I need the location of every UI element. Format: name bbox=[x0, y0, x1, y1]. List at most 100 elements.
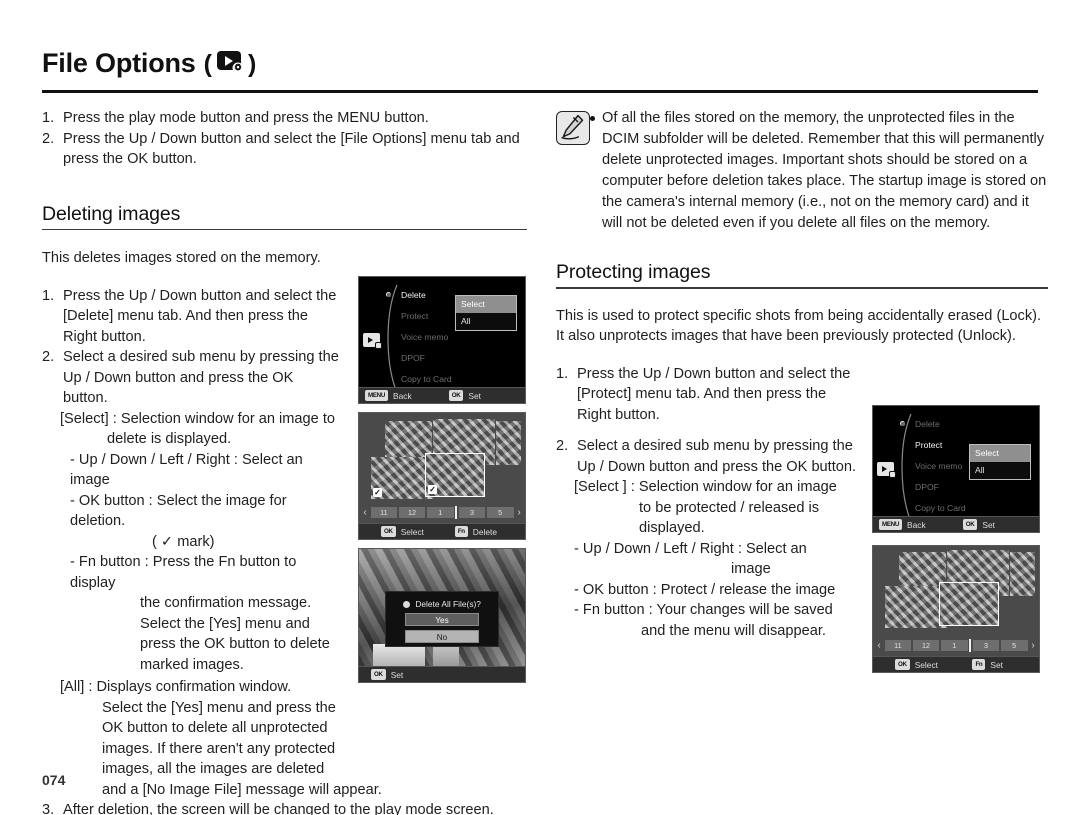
thumbnail-item[interactable]: ✓ bbox=[371, 457, 433, 499]
menu-item-label: Protect bbox=[915, 440, 943, 450]
lcd-protect-menu: Delete Protect Voice memo DPOF Copy to C… bbox=[872, 405, 1040, 533]
menu-item-delete[interactable]: Delete bbox=[901, 414, 966, 435]
set-hint: OK Set bbox=[448, 390, 481, 401]
section-divider bbox=[556, 287, 1048, 289]
step-text: After deletion, the screen will be chang… bbox=[63, 802, 494, 815]
list-item: 2. Press the Up / Down button and select… bbox=[42, 129, 527, 170]
delete-label: Delete bbox=[472, 526, 497, 537]
protect-select-label: [Select ] : Selection window for an imag… bbox=[574, 479, 837, 496]
filmstrip-cell[interactable]: 3 bbox=[972, 640, 1000, 651]
set-hint: OK Set bbox=[962, 519, 995, 530]
select-label: Select bbox=[400, 526, 424, 537]
title-paren-close: ) bbox=[247, 50, 257, 78]
filmstrip-cell[interactable]: 3 bbox=[458, 507, 486, 518]
deleting-lead: This deletes images stored on the memory… bbox=[42, 250, 321, 267]
step-text: Press the Up / Down button and select th… bbox=[577, 365, 851, 423]
select-hint: OK Select bbox=[381, 526, 424, 537]
photo-preview: Delete All File(s)? Yes No OK Set bbox=[359, 549, 525, 682]
all-line-3: OK button to delete all unprotected bbox=[102, 720, 328, 737]
thumbnail-item[interactable] bbox=[496, 421, 521, 465]
filmstrip-cell[interactable]: 1 bbox=[940, 640, 968, 651]
filmstrip-prev-arrow[interactable]: ‹ bbox=[875, 640, 883, 651]
ok-keycap: OK bbox=[962, 519, 978, 530]
back-hint: MENU Back bbox=[365, 390, 412, 401]
set-label: Set bbox=[982, 519, 995, 530]
section-divider bbox=[42, 228, 527, 231]
filmstrip-next-arrow[interactable]: › bbox=[515, 507, 523, 518]
menu-item-label: Voice memo bbox=[915, 461, 963, 471]
title-paren-open: ( bbox=[203, 50, 212, 78]
lcd-delete-menu: Delete Protect Voice memo DPOF Copy to C… bbox=[358, 276, 526, 404]
filmstrip-cell[interactable]: 12 bbox=[912, 640, 940, 651]
filmstrip: ‹ 11 12 1 3 5 › bbox=[361, 506, 523, 519]
filmstrip-cell[interactable]: 11 bbox=[370, 507, 398, 518]
set-hint: OK Set bbox=[371, 669, 403, 680]
page-title: File Options bbox=[42, 48, 196, 78]
pencil-note-icon bbox=[556, 111, 590, 145]
playback-tab-icon bbox=[363, 333, 382, 349]
submenu-option-all[interactable]: All bbox=[970, 462, 1030, 479]
step-number: 1. bbox=[42, 287, 55, 304]
submenu-popup: Select All bbox=[455, 295, 517, 331]
all-line-6: and a [No Image File] message will appea… bbox=[102, 781, 382, 798]
bullet-fn: - Fn button : Press the Fn button to dis… bbox=[70, 554, 297, 591]
protect-bullet-updown-2: image bbox=[731, 561, 771, 578]
step-number: 1. bbox=[42, 110, 55, 126]
filmstrip-cell[interactable]: 12 bbox=[398, 507, 426, 518]
thumbnail-item-selected[interactable] bbox=[939, 582, 999, 626]
deleting-steps: 1. Press the Up / Down button and select… bbox=[42, 286, 494, 815]
dialog-no-button[interactable]: No bbox=[405, 630, 479, 643]
page-header: File Options ( ) bbox=[42, 48, 1038, 79]
thumbnail-item[interactable] bbox=[885, 586, 947, 628]
filmstrip-next-arrow[interactable]: › bbox=[1029, 640, 1037, 651]
menu-bullet-icon bbox=[901, 422, 905, 426]
submenu-option-all[interactable]: All bbox=[456, 313, 516, 330]
manual-page: File Options ( ) 1. Press the play mode … bbox=[0, 0, 1080, 815]
lcd-bottom-bar: OK Select Fn Delete bbox=[359, 523, 525, 539]
protect-select-line-3: displayed. bbox=[639, 520, 705, 537]
menu-item-protect[interactable]: Protect bbox=[387, 293, 452, 327]
step-text: Press the Up / Down button and select th… bbox=[63, 130, 520, 168]
thumbnail-item-selected[interactable]: ✓ bbox=[425, 453, 485, 497]
menu-item-dpof[interactable]: DPOF bbox=[387, 293, 452, 369]
title-divider bbox=[42, 90, 1038, 93]
ok-keycap: OK bbox=[371, 669, 386, 680]
menu-item-label: DPOF bbox=[401, 353, 425, 363]
protecting-images-section: Protecting images bbox=[556, 261, 1048, 289]
menu-item-dpof[interactable]: DPOF bbox=[901, 422, 966, 498]
menu-item-delete[interactable]: Delete bbox=[386, 285, 452, 306]
dialog-yes-button[interactable]: Yes bbox=[405, 613, 479, 626]
protect-select-line-2: to be protected / released is bbox=[639, 499, 820, 516]
menu-item-voice-memo[interactable]: Voice memo bbox=[387, 293, 452, 348]
set-label: Set bbox=[468, 390, 481, 401]
list-item: 2. Select a desired sub menu by pressing… bbox=[42, 347, 342, 409]
bullet-ok: - OK button : Select the image for delet… bbox=[70, 492, 287, 530]
set-label: Set bbox=[990, 659, 1003, 670]
filmstrip-cell[interactable]: 1 bbox=[426, 507, 454, 518]
menu-item-voice-memo[interactable]: Voice memo bbox=[901, 422, 966, 477]
protect-bullet-fn: - Fn button : Your changes will be saved bbox=[574, 602, 833, 619]
list-item: 1. Press the Up / Down button and select… bbox=[42, 286, 342, 348]
filmstrip-cell[interactable]: 5 bbox=[1000, 640, 1028, 651]
page-number: 074 bbox=[42, 772, 66, 788]
protect-bullet-ok: - OK button : Protect / release the imag… bbox=[574, 581, 836, 598]
thumbnail-grid: ✓ ✓ bbox=[363, 417, 521, 501]
menu-item-list: Delete Protect Voice memo DPOF Copy to C… bbox=[900, 414, 966, 519]
step-number: 2. bbox=[42, 349, 55, 366]
lcd-thumbnail-delete: ✓ ✓ ‹ 11 12 1 3 5 › OK Select Fn Delete bbox=[358, 412, 526, 540]
fn-keycap: Fn bbox=[454, 526, 468, 537]
menu-item-label: Delete bbox=[401, 290, 426, 300]
lcd-bottom-bar: OK Select Fn Set bbox=[873, 656, 1039, 672]
filmstrip-prev-arrow[interactable]: ‹ bbox=[361, 507, 369, 518]
submenu-option-select[interactable]: Select bbox=[456, 296, 516, 313]
step-text: Press the play mode button and press the… bbox=[63, 110, 429, 126]
thumbnail-item[interactable] bbox=[1010, 552, 1035, 596]
menu-item-protect[interactable]: Protect bbox=[900, 421, 966, 456]
bullet-mark: ( ✓ mark) bbox=[152, 533, 215, 550]
menu-item-label: Delete bbox=[915, 419, 940, 429]
filmstrip-cell[interactable]: 5 bbox=[486, 507, 514, 518]
filmstrip-cell[interactable]: 11 bbox=[884, 640, 912, 651]
fn-line-3: Select the [Yes] menu and bbox=[140, 615, 310, 632]
filmstrip-divider bbox=[969, 639, 972, 652]
submenu-option-select[interactable]: Select bbox=[970, 445, 1030, 462]
